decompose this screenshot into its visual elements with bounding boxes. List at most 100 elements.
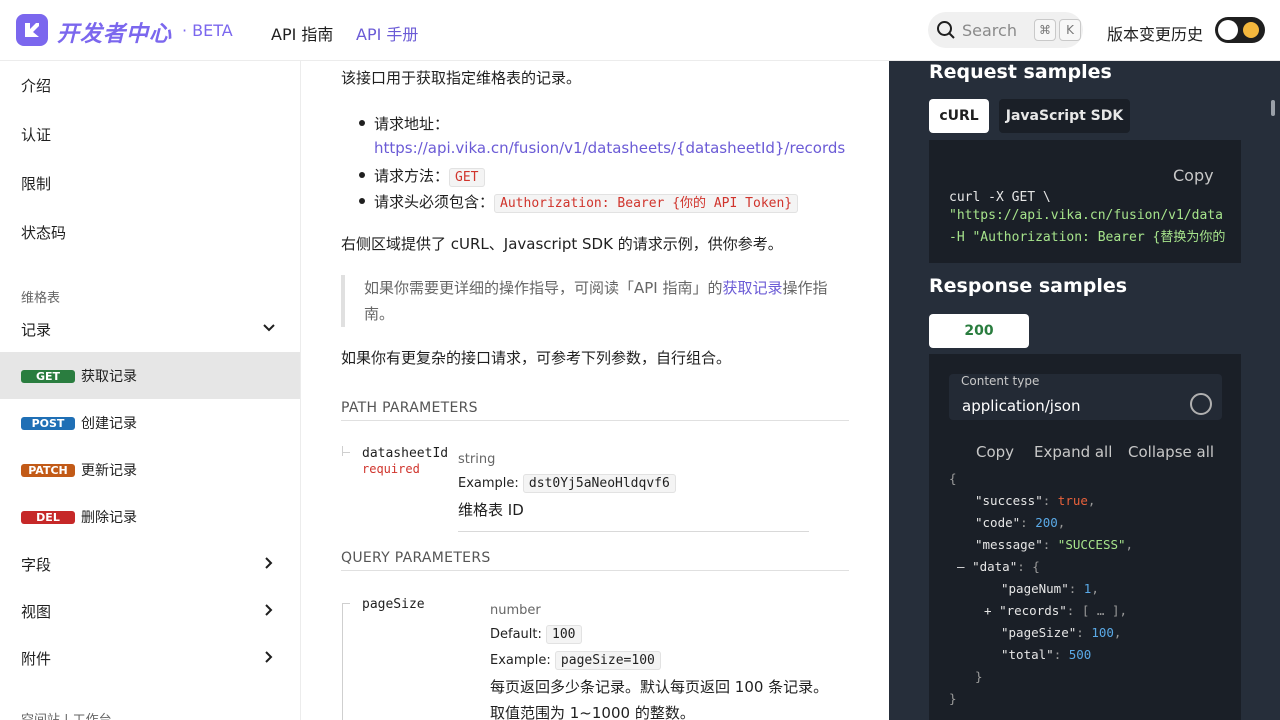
search-icon xyxy=(937,21,955,39)
chevron-right-icon xyxy=(265,557,273,569)
json-close-brace-data: } xyxy=(975,669,983,684)
request-header-label: 请求头必须包含： xyxy=(374,193,495,211)
tab-status-200[interactable]: 200 xyxy=(929,314,1029,348)
request-samples-title: Request samples xyxy=(929,61,1112,83)
param-page-size-example: Example: pageSize=100 xyxy=(490,651,661,670)
sidebar-item-label: 介绍 xyxy=(21,77,52,95)
copy-response-button[interactable]: Copy xyxy=(976,443,1014,461)
sidebar-item-views[interactable]: 视图 xyxy=(0,587,300,634)
param-page-size-default: Default: 100 xyxy=(490,625,582,644)
json-line-data[interactable]: – "data": { xyxy=(957,559,1040,574)
request-code-block: Copy curl -X GET \ "https://api.vika.cn/… xyxy=(929,140,1241,263)
bullet-dot xyxy=(359,120,365,126)
bullet-dot xyxy=(359,198,365,204)
divider xyxy=(458,531,809,532)
collapse-all-button[interactable]: Collapse all xyxy=(1128,443,1214,461)
method-badge-post: POST xyxy=(21,417,75,430)
chevron-right-icon xyxy=(265,604,273,616)
curl-line-1: curl -X GET \ xyxy=(949,190,1051,205)
sidebar-item-update-records[interactable]: PATCH 更新记录 xyxy=(0,446,300,493)
query-parameters-title: QUERY PARAMETERS xyxy=(341,550,849,571)
nav-api-manual[interactable]: API 手册 xyxy=(356,21,418,45)
copy-request-button[interactable]: Copy xyxy=(1173,166,1214,185)
request-header-row: 请求头必须包含： Authorization: Bearer {你的 API To… xyxy=(374,191,799,213)
param-datasheet-id-name: datasheetId xyxy=(362,446,449,461)
json-open-brace: { xyxy=(949,471,957,486)
method-badge-del: DEL xyxy=(21,511,75,524)
tab-javascript-sdk[interactable]: JavaScript SDK xyxy=(999,99,1130,133)
quote-guide-link[interactable]: 获取记录 xyxy=(723,279,783,297)
samples-note: 右侧区域提供了 cURL、Javascript SDK 的请求示例，供你参考。 xyxy=(341,235,783,253)
param-page-size-desc-2: 取值范围为 1~1000 的整数。 xyxy=(490,704,695,720)
sidebar-item-get-records[interactable]: GET 获取记录 xyxy=(0,352,300,399)
bullet-dot xyxy=(359,172,365,178)
nav-api-guide[interactable]: API 指南 xyxy=(271,21,333,45)
sidebar-item-label: 创建记录 xyxy=(81,416,137,432)
toggle-knob xyxy=(1218,20,1238,40)
request-header-code: Authorization: Bearer {你的 API Token} xyxy=(494,194,799,213)
intro-text: 该接口用于获取指定维格表的记录。 xyxy=(341,69,582,87)
response-code-block: Content type application/json Copy Expan… xyxy=(929,354,1241,720)
json-line-code: "code": 200, xyxy=(975,515,1066,530)
curl-line-3: -H "Authorization: Bearer {替换为你的 xyxy=(949,230,1226,245)
request-url-link[interactable]: https://api.vika.cn/fusion/v1/datasheets… xyxy=(374,139,845,157)
json-code-value: 200 xyxy=(1035,515,1058,530)
json-success-value: true xyxy=(1057,493,1088,508)
json-line-success: "success": true, xyxy=(975,493,1096,508)
param-page-size-name: pageSize xyxy=(362,597,425,612)
path-parameters-title: PATH PARAMETERS xyxy=(341,400,849,421)
sidebar-item-label: 更新记录 xyxy=(81,463,137,479)
request-method-code: GET xyxy=(449,168,485,187)
request-method-row: 请求方法： GET xyxy=(374,165,485,187)
example-label: Example: xyxy=(458,476,519,491)
example-value: pageSize=100 xyxy=(554,651,661,670)
json-line-pagesize: "pageSize": 100, xyxy=(1001,625,1122,640)
params-intro: 如果你有更复杂的接口请求，可参考下列参数，自行组合。 xyxy=(341,349,732,367)
sidebar-item-label: 记录 xyxy=(21,321,52,339)
tree-tick xyxy=(342,603,350,604)
content-type-label: Content type xyxy=(961,374,1040,388)
json-line-records[interactable]: + "records": [ … ], xyxy=(984,603,1127,618)
json-close-brace: } xyxy=(949,691,957,706)
json-line-message: "message": "SUCCESS", xyxy=(975,537,1134,552)
search-box[interactable]: Search ⌘ K xyxy=(928,12,1083,48)
sidebar-item-limits[interactable]: 限制 xyxy=(0,159,300,206)
sidebar-item-label: 限制 xyxy=(21,175,52,193)
guide-quote: 如果你需要更详细的操作指导，可阅读「API 指南」的获取记录操作指南。 xyxy=(341,275,849,327)
default-value: 100 xyxy=(546,625,582,644)
sidebar-item-intro[interactable]: 介绍 xyxy=(0,61,300,108)
sidebar-item-delete-records[interactable]: DEL 删除记录 xyxy=(0,493,300,540)
sidebar-item-auth[interactable]: 认证 xyxy=(0,110,300,157)
sidebar-item-label: 字段 xyxy=(21,556,52,574)
request-method-label: 请求方法： xyxy=(374,167,450,185)
sidebar-item-fields[interactable]: 字段 xyxy=(0,540,300,587)
brand-name[interactable]: 开发者中心 xyxy=(57,16,172,48)
content-type-select[interactable]: Content type application/json xyxy=(949,374,1222,420)
sidebar-item-status-codes[interactable]: 状态码 xyxy=(0,208,300,255)
select-indicator-icon xyxy=(1190,393,1212,415)
expand-all-button[interactable]: Expand all xyxy=(1034,443,1112,461)
sidebar-item-create-records[interactable]: POST 创建记录 xyxy=(0,399,300,446)
sidebar-item-attachments[interactable]: 附件 xyxy=(0,634,300,681)
kbd-cmd-key: ⌘ xyxy=(1034,19,1056,41)
tree-line xyxy=(342,446,343,456)
param-page-size-type: number xyxy=(490,603,541,618)
changelog-link[interactable]: 版本变更历史 xyxy=(1107,21,1203,45)
samples-scrollbar[interactable] xyxy=(1271,100,1275,116)
logo-mark-icon xyxy=(25,23,39,37)
sidebar: 介绍 认证 限制 状态码 维格表 记录 GET 获取记录 POST 创建记录 P… xyxy=(0,61,301,720)
json-pagesize-value: 100 xyxy=(1091,625,1114,640)
param-datasheet-id-desc: 维格表 ID xyxy=(458,501,524,519)
sidebar-section-space: 空间站 | 工作台 xyxy=(21,709,112,720)
tab-curl[interactable]: cURL xyxy=(929,99,989,133)
sidebar-item-label: 视图 xyxy=(21,603,52,621)
sidebar-item-label: 删除记录 xyxy=(81,510,137,526)
logo[interactable] xyxy=(16,14,48,46)
sidebar-item-label: 认证 xyxy=(21,126,52,144)
sidebar-item-records[interactable]: 记录 xyxy=(0,305,300,352)
json-line-total: "total": 500 xyxy=(1001,647,1092,662)
theme-toggle[interactable] xyxy=(1215,17,1265,43)
beta-label: · BETA xyxy=(182,21,233,40)
curl-line-2: "https://api.vika.cn/fusion/v1/data xyxy=(949,208,1223,223)
content-type-value: application/json xyxy=(962,397,1081,415)
